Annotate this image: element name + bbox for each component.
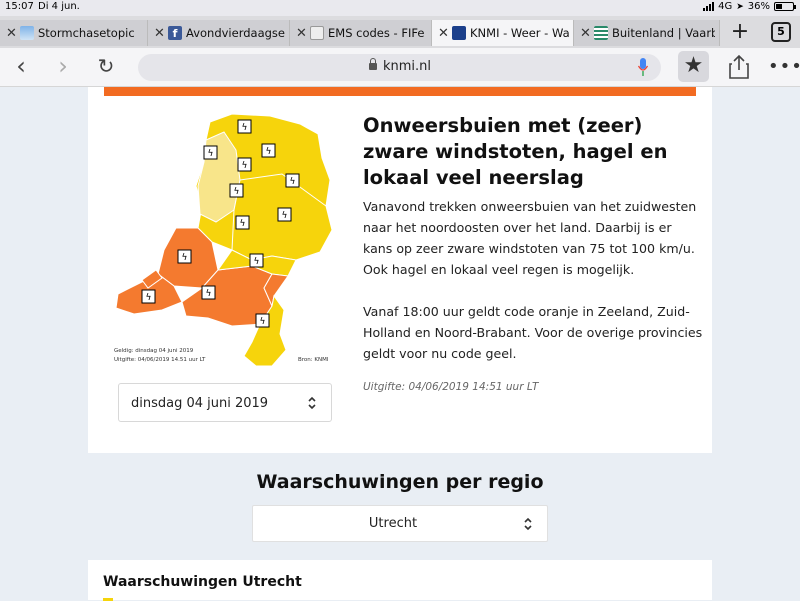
svg-text:ϟ: ϟ	[146, 293, 152, 303]
date-select[interactable]: dinsdag 04 juni 2019	[118, 383, 332, 422]
bookmark-star-icon[interactable]: ★	[678, 51, 709, 82]
map-source: Bron: KNMI	[298, 357, 329, 363]
svg-text:ϟ: ϟ	[254, 257, 260, 267]
new-tab-button[interactable]: +	[727, 20, 753, 46]
svg-text:ϟ: ϟ	[240, 219, 246, 229]
battery-icon	[774, 2, 796, 11]
svg-text:ϟ: ϟ	[234, 187, 240, 197]
network-type: 4G	[718, 1, 733, 12]
tab-label: KNMI - Weer - Waa	[470, 26, 569, 40]
warning-issued: Uitgifte: 04/06/2019 14:51 uur LT	[363, 381, 539, 393]
svg-text:ϟ: ϟ	[260, 317, 266, 327]
close-icon[interactable]: ✕	[580, 26, 591, 41]
share-icon[interactable]	[728, 54, 750, 80]
region-warning-heading: Waarschuwingen Utrecht	[103, 574, 302, 590]
warning-paragraph-2: Vanaf 18:00 uur geldt code oranje in Zee…	[363, 304, 703, 361]
svg-text:ϟ: ϟ	[182, 253, 188, 263]
region-heading: Waarschuwingen per regio	[256, 471, 544, 493]
svg-text:ϟ: ϟ	[282, 211, 288, 221]
status-bar: 15:07 Di 4 jun. 4G ➤ 36%	[0, 0, 800, 16]
tab-label: EMS codes - FIFe	[328, 26, 425, 40]
address-bar[interactable]: knmi.nl	[138, 54, 661, 81]
region-warning-card: Waarschuwingen Utrecht	[88, 560, 712, 601]
signal-icon	[703, 2, 715, 11]
url-text: knmi.nl	[383, 59, 432, 74]
tab-avondvierdaagse[interactable]: ✕ f Avondvierdaagse	[148, 20, 290, 46]
waves-icon	[594, 26, 608, 40]
tab-label: Avondvierdaagse	[186, 26, 285, 40]
updown-chevron-icon	[308, 396, 316, 410]
reload-button[interactable]: ↻	[93, 54, 119, 80]
tab-bar: ✕ Stormchasetopic ✕ f Avondvierdaagse ✕ …	[0, 16, 800, 48]
location-icon: ➤	[736, 1, 744, 12]
tab-label: Stormchasetopic	[38, 26, 135, 40]
close-icon[interactable]: ✕	[154, 26, 165, 41]
storm-icon	[20, 26, 34, 40]
knmi-icon	[452, 26, 466, 40]
microphone-icon[interactable]	[638, 58, 648, 77]
svg-text:ϟ: ϟ	[242, 161, 248, 171]
more-options-icon[interactable]: •••	[768, 56, 800, 77]
warning-paragraph-1: Vanavond trekken onweersbuien van het zu…	[363, 199, 697, 277]
map-issued-date: Uitgifte: 04/06/2019 14.51 uur LT	[114, 357, 206, 363]
date-select-value: dinsdag 04 juni 2019	[131, 396, 269, 411]
tab-ems-codes[interactable]: ✕ EMS codes - FIFe	[290, 20, 432, 46]
region-select[interactable]: Utrecht	[252, 505, 548, 542]
close-icon[interactable]: ✕	[438, 26, 449, 41]
status-time: 15:07	[5, 1, 34, 12]
lock-icon	[369, 58, 377, 70]
forward-button[interactable]: ›	[50, 54, 76, 80]
code-orange-bar	[104, 87, 696, 96]
map-valid-date: Geldig: dinsdag 04 juni 2019	[114, 348, 194, 354]
close-icon[interactable]: ✕	[296, 26, 307, 41]
warning-title: Onweersbuien met (zeer) zware windstoten…	[363, 114, 668, 189]
svg-text:ϟ: ϟ	[206, 289, 212, 299]
warning-map[interactable]: ϟ ϟ ϟ ϟ ϟ ϟ ϟ ϟ ϟ ϟ ϟ ϟ ϟ	[112, 110, 337, 370]
updown-chevron-icon	[524, 517, 532, 531]
battery-percent: 36%	[747, 1, 770, 12]
tab-label: Buitenland | Vaarb	[612, 26, 715, 40]
tab-knmi[interactable]: ✕ KNMI - Weer - Waa	[432, 20, 574, 46]
status-date: Di 4 jun.	[38, 1, 80, 12]
cat-icon	[310, 26, 324, 40]
close-icon[interactable]: ✕	[6, 26, 17, 41]
tab-buitenland[interactable]: ✕ Buitenland | Vaarb	[574, 20, 720, 46]
tab-stormchasetopic[interactable]: ✕ Stormchasetopic	[0, 20, 148, 46]
svg-text:ϟ: ϟ	[242, 123, 248, 133]
svg-text:ϟ: ϟ	[208, 149, 214, 159]
back-button[interactable]: ‹	[8, 54, 34, 80]
facebook-icon: f	[168, 26, 182, 40]
svg-text:ϟ: ϟ	[290, 177, 296, 187]
browser-toolbar: ‹ › ↻ knmi.nl ★ •••	[0, 48, 800, 87]
svg-text:ϟ: ϟ	[266, 147, 272, 157]
tab-count-button[interactable]: 5	[771, 22, 791, 42]
region-select-value: Utrecht	[368, 516, 418, 531]
